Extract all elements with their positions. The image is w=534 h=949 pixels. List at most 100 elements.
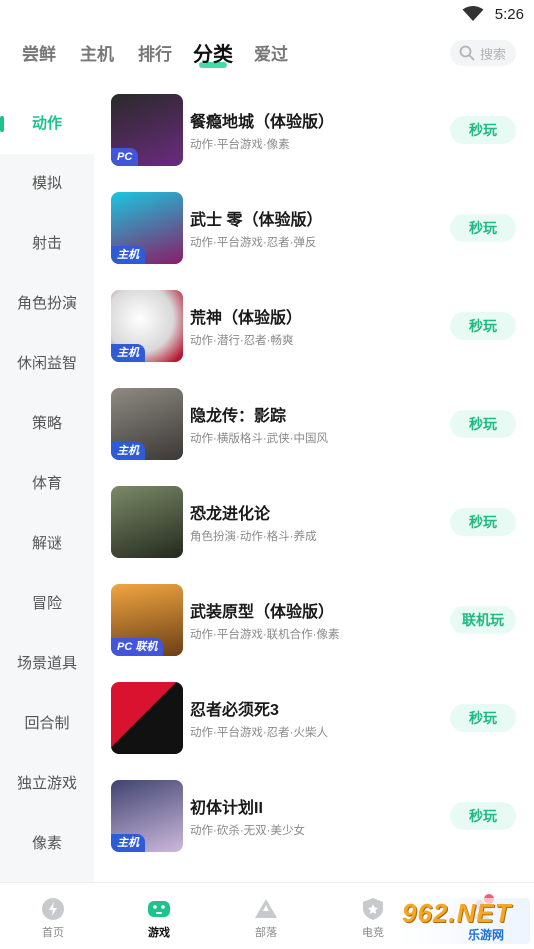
sidebar-item-label: 体育 bbox=[31, 475, 62, 492]
instant-play-button[interactable]: 秒玩 bbox=[450, 508, 516, 536]
sidebar-item-label: 独立游戏 bbox=[16, 775, 77, 792]
search-placeholder: 搜索 bbox=[480, 47, 507, 62]
instant-play-button[interactable]: 秒玩 bbox=[450, 410, 516, 438]
game-row[interactable]: 主机 初体计划II 动作·砍杀·无双·美少女 秒玩 bbox=[94, 780, 534, 878]
sidebar-item-label: 场景道具 bbox=[16, 655, 77, 672]
game-row[interactable]: 主机 武士 零（体验版） 动作·平台游戏·忍者·弹反 秒玩 bbox=[94, 192, 534, 290]
tab-aiguo[interactable]: 爱过 bbox=[254, 40, 288, 65]
game-cover-image: 主机 bbox=[111, 388, 183, 460]
instant-play-button[interactable]: 秒玩 bbox=[450, 312, 516, 340]
platform-badge: PC 联机 bbox=[111, 638, 164, 656]
game-list: PC 餐瘾地城（体验版） 动作·平台游戏·像素 秒玩 主机 武士 零（体验版） … bbox=[94, 94, 534, 882]
sidebar-item-label: 休闲益智 bbox=[16, 355, 77, 372]
online-play-button[interactable]: 联机玩 bbox=[450, 606, 516, 634]
game-cover-image bbox=[111, 486, 183, 558]
tab-changxian[interactable]: 尝鲜 bbox=[22, 40, 56, 65]
game-cover-image: PC bbox=[111, 94, 183, 166]
sidebar-item-action[interactable]: 动作 bbox=[0, 94, 94, 154]
sidebar-item-puzzle[interactable]: 解谜 bbox=[0, 514, 94, 574]
sidebar-item-indie[interactable]: 独立游戏 bbox=[0, 754, 94, 814]
watermark-text: 962.NET bbox=[402, 898, 512, 928]
game-cover-image: 主机 bbox=[111, 780, 183, 852]
game-row[interactable]: 主机 荒神（体验版） 动作·潜行·忍者·畅爽 秒玩 bbox=[94, 290, 534, 388]
game-title: 恐龙进化论 bbox=[190, 506, 271, 523]
platform-badge: 主机 bbox=[111, 834, 145, 852]
game-row[interactable]: PC 餐瘾地城（体验版） 动作·平台游戏·像素 秒玩 bbox=[94, 94, 534, 192]
game-title: 武士 零（体验版） bbox=[190, 212, 323, 229]
sidebar-item-rpg[interactable]: 角色扮演 bbox=[0, 274, 94, 334]
instant-play-button[interactable]: 秒玩 bbox=[450, 214, 516, 242]
game-tags: 动作·平台游戏·忍者·弹反 bbox=[190, 237, 317, 249]
sidebar-item-label: 动作 bbox=[31, 115, 62, 132]
nav-tribe[interactable]: 部落 bbox=[213, 883, 319, 949]
wifi-icon bbox=[462, 6, 484, 21]
sidebar-item-strategy[interactable]: 策略 bbox=[0, 394, 94, 454]
tab-fenlei[interactable]: 分类 bbox=[193, 38, 233, 67]
status-bar: 5:26 bbox=[0, 0, 534, 30]
tab-zhuji[interactable]: 主机 bbox=[80, 40, 114, 65]
game-tags: 角色扮演·动作·格斗·养成 bbox=[190, 531, 317, 543]
game-tags: 动作·平台游戏·联机合作·像素 bbox=[190, 629, 340, 641]
instant-play-button[interactable]: 秒玩 bbox=[450, 116, 516, 144]
sidebar-item-label: 射击 bbox=[31, 235, 62, 252]
game-title: 餐瘾地城（体验版） bbox=[190, 114, 335, 131]
sidebar-item-adventure[interactable]: 冒险 bbox=[0, 574, 94, 634]
tribe-icon bbox=[255, 899, 277, 918]
nav-home[interactable]: 首页 bbox=[0, 883, 106, 949]
search-icon bbox=[459, 45, 475, 61]
sidebar-item-pixel[interactable]: 像素 bbox=[0, 814, 94, 874]
tab-paihang[interactable]: 排行 bbox=[138, 40, 172, 65]
game-row[interactable]: 主机 隐龙传：影踪 动作·横版格斗·武侠·中国风 秒玩 bbox=[94, 388, 534, 486]
nav-label: 游戏 bbox=[148, 927, 170, 939]
game-row[interactable]: 忍者必须死3 动作·平台游戏·忍者·火柴人 秒玩 bbox=[94, 682, 534, 780]
game-cover-image: PC 联机 bbox=[111, 584, 183, 656]
search-box[interactable]: 搜索 bbox=[450, 40, 516, 66]
game-title: 初体计划II bbox=[190, 800, 263, 817]
game-title: 武装原型（体验版） bbox=[190, 604, 335, 621]
gamepad-icon bbox=[148, 901, 170, 917]
game-cover-image: 主机 bbox=[111, 290, 183, 362]
instant-play-button[interactable]: 秒玩 bbox=[450, 704, 516, 732]
sidebar-item-casual-puzzle[interactable]: 休闲益智 bbox=[0, 334, 94, 394]
platform-badge: PC bbox=[111, 148, 139, 166]
game-title: 隐龙传：影踪 bbox=[190, 408, 287, 425]
category-sidebar: 动作 模拟 射击 角色扮演 休闲益智 策略 体育 解谜 冒险 场景道具 回合制 … bbox=[0, 94, 94, 882]
sidebar-item-sports[interactable]: 体育 bbox=[0, 454, 94, 514]
nav-games[interactable]: 游戏 bbox=[106, 883, 212, 949]
sidebar-item-label: 解谜 bbox=[31, 535, 62, 552]
game-row[interactable]: 恐龙进化论 角色扮演·动作·格斗·养成 秒玩 bbox=[94, 486, 534, 584]
game-tags: 动作·横版格斗·武侠·中国风 bbox=[190, 433, 328, 445]
sidebar-item-label: 模拟 bbox=[31, 175, 62, 192]
sidebar-item-label: 策略 bbox=[31, 415, 62, 432]
sidebar-item-turn-based[interactable]: 回合制 bbox=[0, 694, 94, 754]
sidebar-item-scene-props[interactable]: 场景道具 bbox=[0, 634, 94, 694]
sidebar-item-simulation[interactable]: 模拟 bbox=[0, 154, 94, 214]
sidebar-item-label: 冒险 bbox=[31, 595, 62, 612]
top-tab-bar: 尝鲜 主机 排行 分类 爱过 搜索 bbox=[0, 38, 534, 72]
sidebar-item-label: 角色扮演 bbox=[16, 295, 77, 312]
game-tags: 动作·平台游戏·像素 bbox=[190, 139, 290, 151]
nav-label: 首页 bbox=[42, 927, 64, 939]
game-title: 忍者必须死3 bbox=[190, 702, 279, 719]
game-cover-image bbox=[111, 682, 183, 754]
sidebar-item-shooter[interactable]: 射击 bbox=[0, 214, 94, 274]
esports-shield-icon bbox=[363, 898, 383, 920]
game-tags: 动作·平台游戏·忍者·火柴人 bbox=[190, 727, 328, 739]
home-icon bbox=[42, 898, 64, 920]
status-time: 5:26 bbox=[494, 6, 524, 23]
sidebar-item-label: 回合制 bbox=[24, 715, 70, 732]
watermark-logo: 962.NET 乐游网 bbox=[398, 898, 530, 944]
game-cover-image: 主机 bbox=[111, 192, 183, 264]
nav-label: 部落 bbox=[255, 927, 277, 939]
watermark-subtext: 乐游网 bbox=[468, 928, 505, 942]
platform-badge: 主机 bbox=[111, 344, 145, 362]
instant-play-button[interactable]: 秒玩 bbox=[450, 802, 516, 830]
game-title: 荒神（体验版） bbox=[190, 310, 303, 327]
active-category-marker bbox=[0, 116, 4, 132]
platform-badge: 主机 bbox=[111, 442, 145, 460]
sidebar-item-label: 像素 bbox=[31, 835, 62, 852]
game-tags: 动作·砍杀·无双·美少女 bbox=[190, 825, 305, 837]
game-tags: 动作·潜行·忍者·畅爽 bbox=[190, 335, 294, 347]
game-row[interactable]: PC 联机 武装原型（体验版） 动作·平台游戏·联机合作·像素 联机玩 bbox=[94, 584, 534, 682]
platform-badge: 主机 bbox=[111, 246, 145, 264]
